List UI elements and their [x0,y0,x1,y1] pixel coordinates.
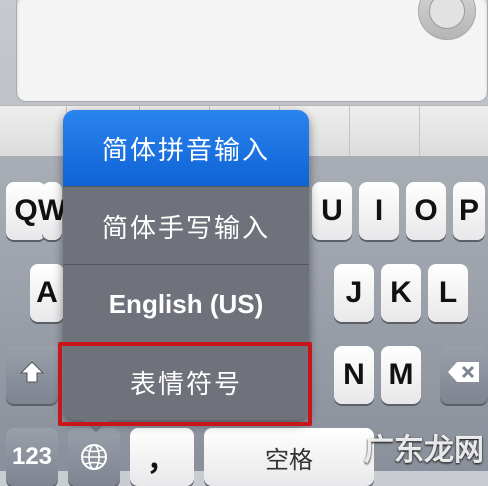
key-a[interactable]: A [30,264,64,322]
space-key[interactable]: 空格 [204,428,374,486]
key-o[interactable]: O [406,182,446,240]
candidate-cell[interactable] [349,106,420,156]
shift-arrow-icon [19,358,45,392]
numbers-key[interactable]: 123 [6,428,58,486]
popup-item-handwriting[interactable]: 简体手写输入 [63,188,309,265]
top-area [0,0,488,105]
candidate-cell[interactable] [419,106,488,156]
watermark-text: 广东龙网 [364,434,484,467]
popup-item-pinyin[interactable]: 简体拼音输入 [63,110,309,187]
key-m[interactable]: M [381,346,421,404]
circle-inner [429,0,465,29]
delete-key[interactable] [440,346,488,404]
key-u[interactable]: U [312,182,352,240]
key-i[interactable]: I [359,182,399,240]
globe-key[interactable] [68,428,120,486]
key-p[interactable]: P [453,182,485,240]
shift-key[interactable] [6,346,58,404]
candidate-cell[interactable] [0,106,67,156]
highlight-annotation-box [58,342,312,426]
key-n[interactable]: N [334,346,374,404]
backspace-icon [447,358,481,392]
globe-icon [80,443,108,471]
popup-item-english[interactable]: English (US) [63,266,309,343]
text-input-field[interactable] [16,0,488,102]
key-w[interactable]: W [38,182,66,240]
comma-key[interactable]: ， [130,428,194,486]
key-l[interactable]: L [428,264,468,322]
key-j[interactable]: J [334,264,374,322]
key-k[interactable]: K [381,264,421,322]
